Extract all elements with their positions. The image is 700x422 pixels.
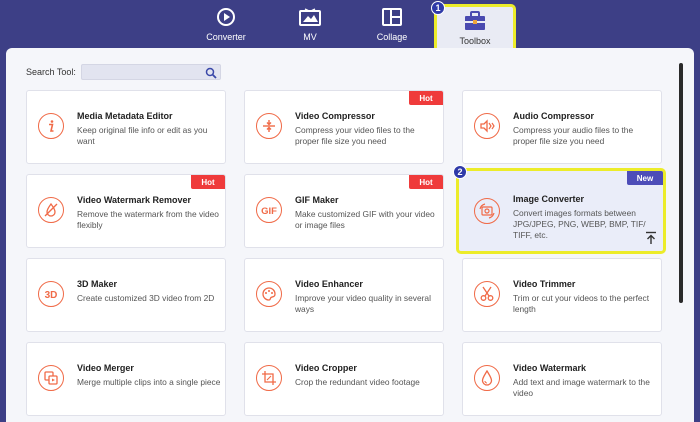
tab-collage[interactable]: Collage	[352, 0, 432, 50]
compress-icon	[256, 113, 282, 139]
tool-description: Make customized GIF with your video or i…	[295, 209, 435, 230]
tool-description: Crop the redundant video footage	[295, 377, 420, 387]
tool-description: Trim or cut your videos to the perfect l…	[513, 293, 650, 314]
new-badge: New	[627, 171, 663, 185]
search-label: Search Tool:	[26, 67, 76, 77]
tool-description: Remove the watermark from the video flex…	[77, 209, 219, 230]
tab-mv[interactable]: MV	[270, 0, 350, 50]
tool-description: Add text and image watermark to the vide…	[513, 377, 650, 398]
tool-description: Merge multiple clips into a single piece	[77, 377, 221, 387]
tool-title: Video Cropper	[295, 363, 357, 373]
tool-title: Video Enhancer	[295, 279, 363, 289]
toolbox-icon	[464, 11, 486, 31]
3d-icon: 3D	[38, 281, 64, 307]
tool-card-video-watermark-remover[interactable]: Hot Video Watermark Remover Remove the w…	[26, 174, 226, 248]
tool-card-video-enhancer[interactable]: Video Enhancer Improve your video qualit…	[244, 258, 444, 332]
tool-description: Keep original file info or edit as you w…	[77, 125, 208, 146]
tool-title: Video Merger	[77, 363, 134, 373]
tool-description: Compress your video files to the proper …	[295, 125, 415, 146]
tool-title: Video Watermark	[513, 363, 587, 373]
droplet-icon	[474, 365, 500, 391]
hot-badge: Hot	[409, 175, 443, 189]
search-input[interactable]	[81, 68, 202, 82]
tool-title: 3D Maker	[77, 279, 118, 289]
search-row: Search Tool:	[26, 64, 221, 82]
crop-icon	[256, 365, 282, 391]
tool-card-video-trimmer[interactable]: Video Trimmer Trim or cut your videos to…	[462, 258, 662, 332]
tool-card-video-merger[interactable]: Video Merger Merge multiple clips into a…	[26, 342, 226, 416]
tool-title: Audio Compressor	[513, 111, 595, 121]
tab-label: Converter	[206, 32, 246, 42]
hot-badge: Hot	[191, 175, 225, 189]
top-nav-bar: Converter MV Collage Toolbox	[0, 0, 700, 60]
svg-text:GIF: GIF	[261, 206, 277, 216]
tool-card-video-watermark[interactable]: Video Watermark Add text and image water…	[462, 342, 662, 416]
svg-text:3D: 3D	[45, 290, 58, 300]
hot-badge: Hot	[409, 91, 443, 105]
step-badge: 2	[453, 165, 467, 179]
tool-description: Create customized 3D video from 2D	[77, 293, 215, 303]
merge-icon	[38, 365, 64, 391]
image-convert-icon	[474, 198, 500, 224]
scrollbar[interactable]	[678, 63, 686, 422]
tool-title: Video Compressor	[295, 111, 375, 121]
tool-card-video-cropper[interactable]: Video Cropper Crop the redundant video f…	[244, 342, 444, 416]
palette-icon	[256, 281, 282, 307]
tool-card-audio-compressor[interactable]: Audio Compressor Compress your audio fil…	[462, 90, 662, 164]
tool-title: Video Trimmer	[513, 279, 576, 289]
tool-card-image-converter[interactable]: New Image Converter Convert images forma…	[456, 168, 666, 254]
tool-description: Convert images formats between JPG/JPEG,…	[513, 208, 646, 240]
tab-label: MV	[303, 32, 317, 42]
tab-label: Toolbox	[459, 36, 491, 46]
tab-converter[interactable]: Converter	[186, 0, 266, 50]
gif-icon: GIF	[256, 197, 282, 223]
tab-label: Collage	[376, 32, 408, 42]
tool-title: Image Converter	[513, 194, 585, 204]
step-badge: 1	[431, 1, 445, 15]
mv-icon	[299, 7, 321, 27]
converter-icon	[215, 7, 237, 27]
search-box	[80, 64, 221, 82]
search-icon[interactable]	[205, 66, 217, 79]
watermark-remove-icon	[38, 197, 64, 223]
info-icon	[38, 113, 64, 139]
collage-icon	[381, 7, 403, 27]
upload-icon[interactable]	[645, 231, 657, 245]
audio-compress-icon	[474, 113, 500, 139]
tool-title: Media Metadata Editor	[77, 111, 173, 121]
tool-card-video-compressor[interactable]: Hot Video Compressor Compress your video…	[244, 90, 444, 164]
scroll-thumb[interactable]	[679, 63, 683, 303]
scissors-icon	[474, 281, 500, 307]
tool-title: GIF Maker	[295, 195, 339, 205]
tool-description: Compress your audio files to the proper …	[513, 125, 634, 146]
tool-card-media-metadata-editor[interactable]: Media Metadata Editor Keep original file…	[26, 90, 226, 164]
tool-description: Improve your video quality in several wa…	[295, 293, 431, 314]
toolbox-panel: Search Tool: Media Metadata Editor Keep …	[6, 48, 694, 422]
tool-card-gif-maker[interactable]: Hot GIF GIF Maker Make customized GIF wi…	[244, 174, 444, 248]
tool-card-3d-maker[interactable]: 3D 3D Maker Create customized 3D video f…	[26, 258, 226, 332]
tool-title: Video Watermark Remover	[77, 195, 192, 205]
